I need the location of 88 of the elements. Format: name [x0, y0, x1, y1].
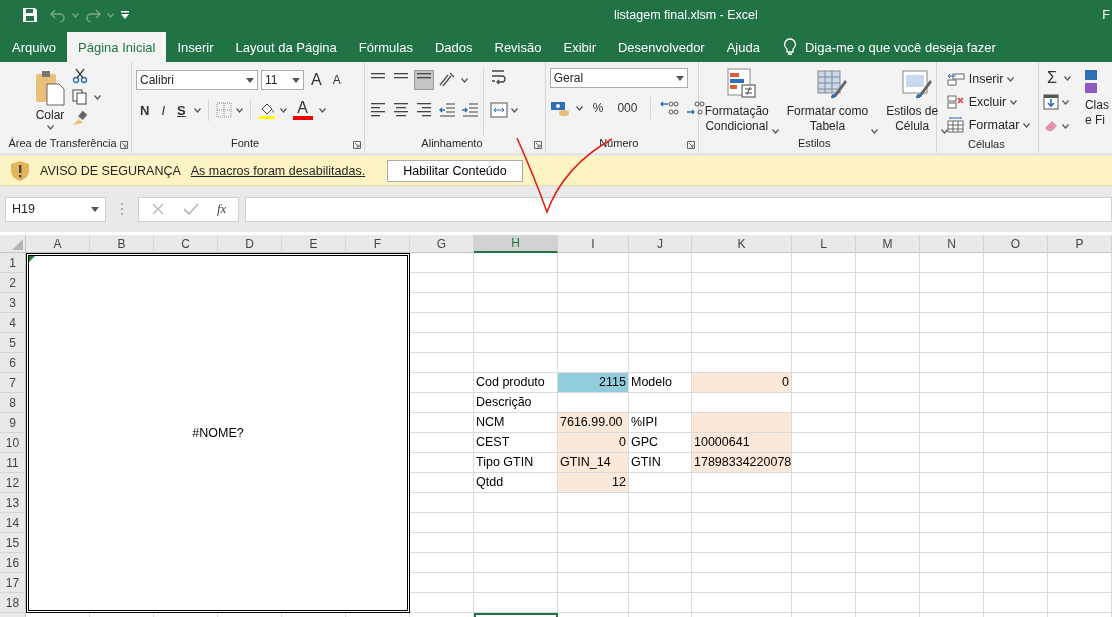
row-header[interactable]: 1: [0, 253, 26, 273]
column-header[interactable]: N: [920, 235, 984, 253]
ribbon-tab[interactable]: Fórmulas: [347, 32, 424, 62]
table-cell: 0: [558, 433, 629, 453]
row-header[interactable]: 2: [0, 273, 26, 293]
font-name: Calibri: [140, 73, 174, 87]
column-header[interactable]: O: [984, 235, 1048, 253]
column-header[interactable]: I: [558, 235, 629, 253]
column-header[interactable]: L: [792, 235, 856, 253]
cells-menu-button[interactable]: Inserir: [944, 68, 1033, 90]
styles-button[interactable]: Formatação Condicional: [702, 68, 781, 135]
group-label: Estilos: [798, 136, 831, 151]
sort-filter-button[interactable]: Clas e Fi: [1074, 68, 1111, 153]
column-header[interactable]: A: [26, 235, 90, 253]
name-box[interactable]: H19: [5, 196, 106, 222]
ribbon-tab[interactable]: Desenvolvedor: [607, 32, 716, 62]
row-header[interactable]: 15: [0, 533, 26, 553]
tell-me-search[interactable]: Diga-me o que você deseja fazer: [804, 39, 996, 55]
font-color-button[interactable]: A: [290, 100, 315, 120]
autosum-button[interactable]: Σ: [1043, 67, 1061, 89]
column-header[interactable]: D: [218, 235, 282, 253]
thousands-separator-button[interactable]: 000: [613, 97, 642, 119]
number-format-field[interactable]: Geral: [549, 68, 688, 88]
row-header[interactable]: 5: [0, 333, 26, 353]
ribbon-tab[interactable]: Inserir: [166, 32, 225, 62]
enable-content-button[interactable]: Habilitar Conteúdo: [387, 159, 523, 182]
italic-button[interactable]: I: [157, 99, 169, 121]
underline-button[interactable]: S: [173, 99, 190, 121]
percent-button[interactable]: %: [588, 97, 608, 119]
row-header[interactable]: 11: [0, 453, 26, 473]
column-header[interactable]: H: [474, 235, 558, 253]
font-name-field[interactable]: Calibri: [136, 70, 258, 90]
ribbon-tab[interactable]: Página Inicial: [67, 32, 167, 62]
group-label: Área de Transferência: [8, 136, 117, 151]
row-header[interactable]: 9: [0, 413, 26, 433]
row-header[interactable]: 7: [0, 373, 26, 393]
error-value: #NOME?: [192, 426, 244, 440]
decrease-font-button[interactable]: A: [328, 69, 345, 91]
table-cell: 7616.99.00: [558, 413, 629, 433]
table-cell: 10000641: [692, 433, 792, 453]
row-header[interactable]: 10: [0, 433, 26, 453]
row-header[interactable]: 14: [0, 513, 26, 533]
insert-function-button[interactable]: fx: [217, 201, 227, 217]
table-cell: 2115: [558, 373, 629, 393]
column-header[interactable]: C: [154, 235, 218, 253]
column-header[interactable]: M: [856, 235, 920, 253]
font-size: 11: [265, 73, 278, 87]
row-header[interactable]: 17: [0, 573, 26, 593]
column-header[interactable]: E: [282, 235, 346, 253]
account-name[interactable]: F: [1102, 8, 1112, 22]
increase-font-button[interactable]: A: [307, 69, 326, 91]
group-label: Células: [968, 137, 1005, 152]
row-header[interactable]: 16: [0, 553, 26, 573]
font-size-field[interactable]: 11: [261, 70, 304, 90]
styles-button[interactable]: Formatar como Tabela: [784, 68, 881, 135]
row-header[interactable]: 18: [0, 593, 26, 613]
security-warning-title: AVISO DE SEGURANÇA: [40, 163, 181, 178]
column-header[interactable]: B: [90, 235, 154, 253]
row-header[interactable]: 8: [0, 393, 26, 413]
number-format: Geral: [553, 71, 584, 85]
table-cell: 12: [558, 473, 629, 493]
table-cell: 17898334220078: [692, 453, 792, 473]
window-title: listagem final.xlsm - Excel: [614, 8, 758, 22]
ribbon-tab[interactable]: Layout da Página: [224, 32, 348, 62]
row-header[interactable]: 13: [0, 493, 26, 513]
column-header[interactable]: G: [410, 235, 474, 253]
group-label: Fonte: [231, 136, 260, 151]
row-header[interactable]: 4: [0, 313, 26, 333]
ribbon-tab[interactable]: Dados: [423, 32, 484, 62]
table-cell: 0: [692, 373, 792, 393]
row-header[interactable]: 12: [0, 473, 26, 493]
bold-button[interactable]: N: [136, 99, 154, 121]
row-header[interactable]: 6: [0, 353, 26, 373]
column-header[interactable]: P: [1048, 235, 1112, 253]
ribbon-tab[interactable]: Revisão: [483, 32, 553, 62]
column-header[interactable]: K: [692, 235, 792, 253]
group-label: Alinhamento: [421, 136, 483, 151]
ribbon-tab[interactable]: Exibir: [552, 32, 607, 62]
paste-button[interactable]: Colar: [32, 68, 68, 135]
cells-menu-button[interactable]: Formatar: [944, 114, 1033, 136]
ribbon-tab[interactable]: Ajuda: [715, 32, 771, 62]
table-cell: GTIN_14: [558, 453, 629, 473]
cells-menu-button[interactable]: Excluir: [944, 91, 1033, 113]
column-header[interactable]: F: [346, 235, 410, 253]
column-header[interactable]: J: [629, 235, 692, 253]
ribbon-tab[interactable]: Arquivo: [1, 32, 68, 62]
row-header[interactable]: 3: [0, 293, 26, 313]
table-cell: Descrição: [474, 393, 558, 413]
